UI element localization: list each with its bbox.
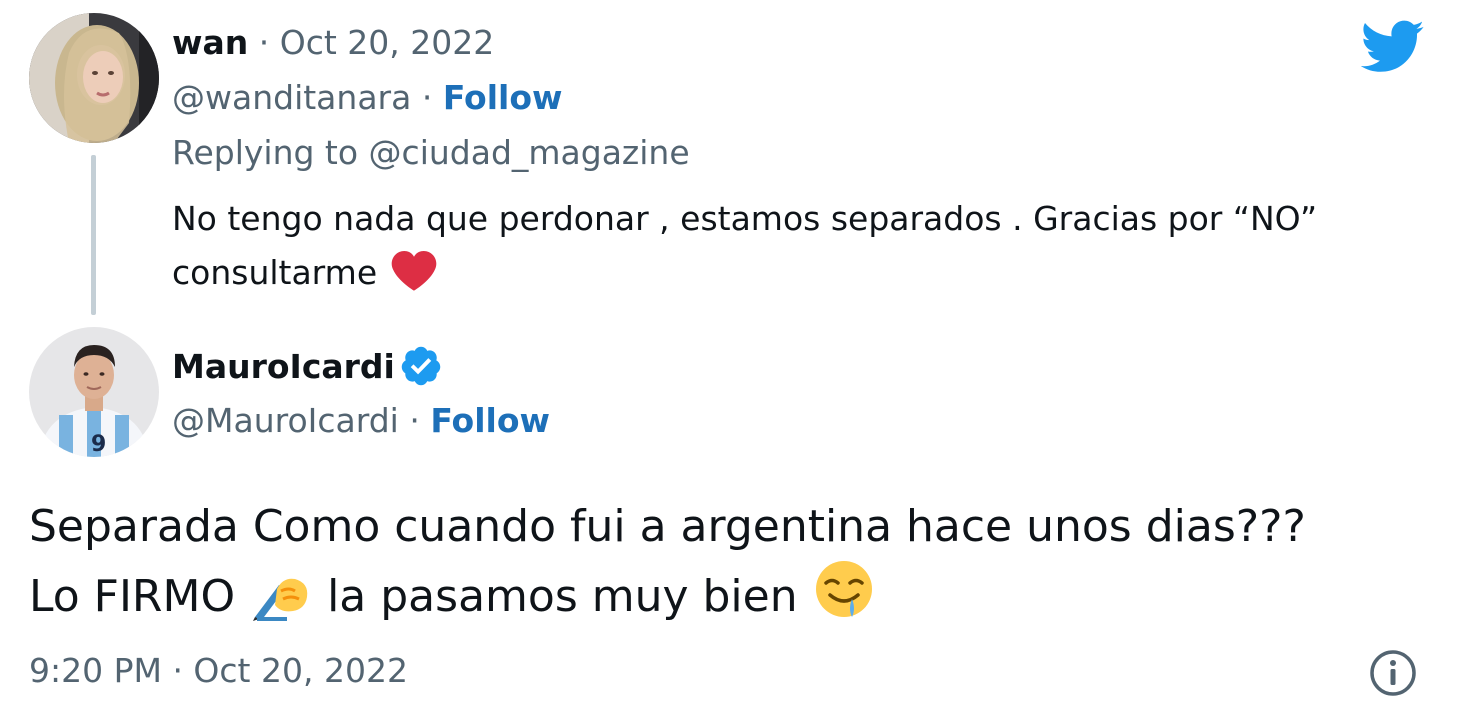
main-handle-row: @MauroIcardi · Follow <box>172 398 550 444</box>
main-handle[interactable]: @MauroIcardi <box>172 401 399 440</box>
reply-follow-button[interactable]: Follow <box>443 78 563 117</box>
replying-to-row: Replying to @ciudad_magazine <box>172 130 690 176</box>
main-header: MauroIcardi <box>172 344 443 390</box>
reply-tweet-text: No tengo nada que perdonar , estamos sep… <box>172 192 1422 300</box>
main-text-line-2-start: Lo FIRMO <box>29 571 250 622</box>
replying-to-handle[interactable]: @ciudad_magazine <box>369 133 690 172</box>
tweet-timestamp[interactable]: 9:20 PM · Oct 20, 2022 <box>29 648 408 694</box>
thread-connector-line <box>91 155 96 315</box>
main-display-name[interactable]: MauroIcardi <box>172 347 395 386</box>
reply-header: wan · Oct 20, 2022 <box>172 20 494 66</box>
reply-date[interactable]: Oct 20, 2022 <box>280 23 495 62</box>
reply-handle[interactable]: @wanditanara <box>172 78 411 117</box>
reply-text-body: No tengo nada que perdonar , estamos sep… <box>172 199 1318 292</box>
heart-emoji-icon <box>391 251 437 291</box>
twitter-bird-icon[interactable] <box>1361 20 1425 74</box>
reply-display-name[interactable]: wan <box>172 23 248 62</box>
main-text-line-1: Separada Como cuando fui a argentina hac… <box>29 501 1306 552</box>
main-tweet-text: Separada Como cuando fui a argentina hac… <box>29 495 1429 629</box>
main-text-line-2-end: la pasamos muy bien <box>313 571 812 622</box>
verified-badge-icon[interactable] <box>399 344 443 388</box>
reply-follow-separator: · <box>411 78 443 117</box>
main-follow-button[interactable]: Follow <box>430 401 550 440</box>
info-icon[interactable] <box>1368 648 1418 698</box>
svg-text:9: 9 <box>91 432 106 457</box>
avatar-wan[interactable] <box>29 13 159 143</box>
drooling-face-emoji-icon <box>812 559 876 621</box>
main-text-line-2: Lo FIRMO la pasamos muy bien <box>29 559 1429 629</box>
avatar-mauroicardi[interactable]: 9 <box>29 327 159 457</box>
main-follow-separator: · <box>398 401 431 440</box>
writing-hand-emoji-icon <box>249 567 313 621</box>
replying-prefix: Replying to <box>172 133 369 172</box>
avatar-mauroicardi-image: 9 <box>29 327 159 457</box>
reply-handle-row: @wanditanara · Follow <box>172 75 563 121</box>
avatar-wan-image <box>29 13 159 143</box>
reply-date-separator: · <box>248 23 280 62</box>
